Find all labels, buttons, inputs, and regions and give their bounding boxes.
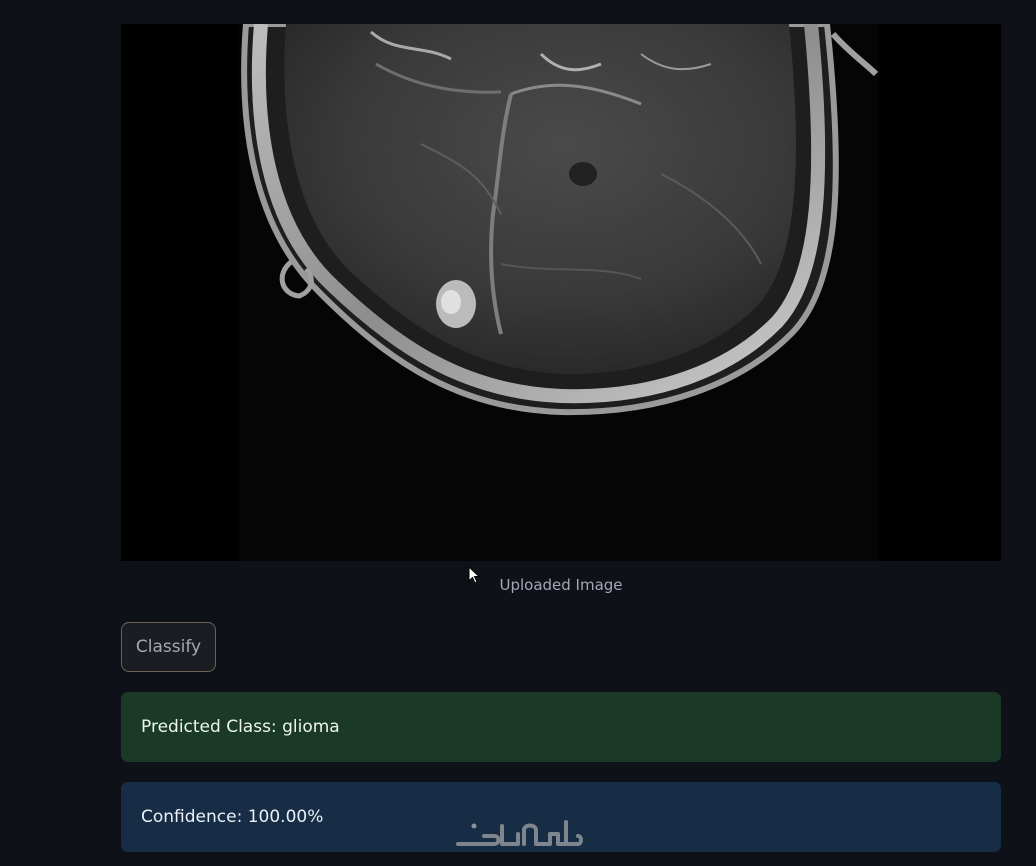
classify-button[interactable]: Classify — [121, 622, 216, 672]
image-caption: Uploaded Image — [499, 576, 623, 594]
mri-scan-graphic — [239, 24, 879, 561]
predicted-class-alert: Predicted Class: glioma — [121, 692, 1001, 762]
confidence-value: 100.00% — [247, 807, 324, 827]
predicted-class-label: Predicted Class: — [141, 717, 277, 737]
uploaded-mri-image — [121, 24, 1001, 561]
khamsat-watermark-logo — [456, 820, 583, 846]
confidence-label: Confidence: — [141, 807, 243, 827]
predicted-class-value: glioma — [282, 717, 340, 737]
